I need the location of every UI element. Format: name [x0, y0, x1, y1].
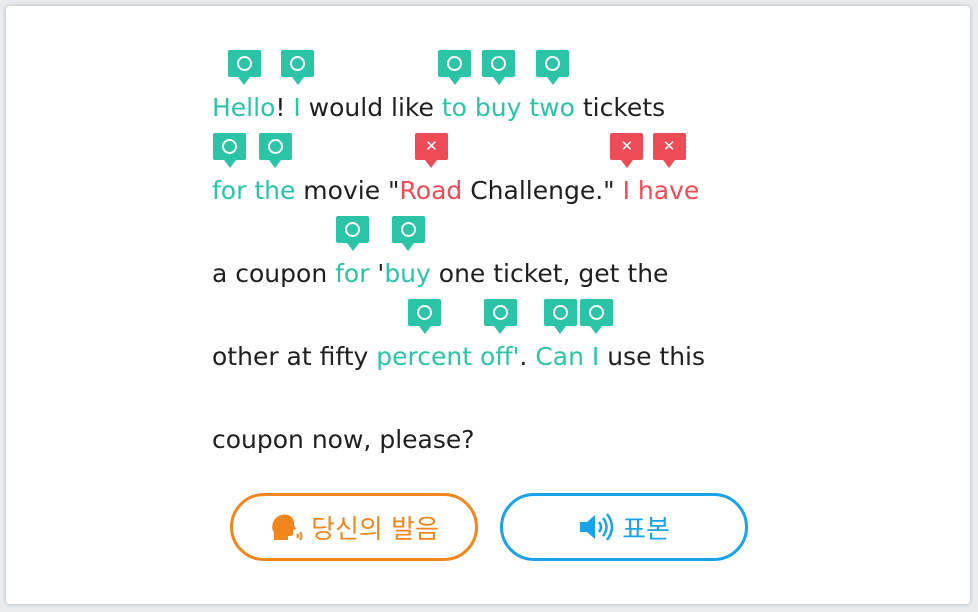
circle-icon — [345, 222, 361, 237]
passage-text: ! — [275, 93, 294, 122]
circle-icon — [552, 305, 568, 320]
circle-icon — [222, 139, 238, 154]
word-incorrect: I — [622, 176, 630, 205]
correct-marker — [482, 50, 516, 85]
passage-text: one ticket, get the — [430, 259, 669, 288]
correct-marker — [258, 133, 292, 168]
correct-marker — [391, 216, 425, 251]
passage-text: use this — [599, 342, 706, 371]
word-correct: I — [293, 93, 301, 122]
word-correct: percent — [376, 342, 473, 371]
circle-icon — [236, 56, 252, 71]
x-icon: ✕ — [425, 137, 438, 155]
word-incorrect: Road — [399, 176, 463, 205]
circle-icon — [491, 56, 507, 71]
x-icon: ✕ — [662, 137, 676, 155]
passage-text: ' — [369, 259, 385, 288]
passage-text: other at fifty — [212, 342, 377, 371]
passage-line: other at fifty percent off'. Can I use t… — [212, 339, 705, 375]
passage-text: a coupon — [212, 259, 336, 288]
circle-icon — [417, 305, 433, 320]
sample-audio-label: 표본 — [622, 514, 670, 545]
circle-icon — [492, 305, 508, 320]
circle-icon — [267, 139, 283, 154]
passage-line: a coupon for 'buy one ticket, get the — [212, 256, 668, 292]
incorrect-marker: ✕ — [652, 133, 686, 168]
correct-marker — [536, 50, 570, 85]
correct-marker — [483, 299, 517, 334]
word-correct: for — [335, 259, 370, 288]
passage-text: Challenge." — [462, 176, 623, 205]
speaker-icon — [578, 512, 614, 542]
word-correct: to — [441, 93, 467, 122]
passage-text — [584, 342, 592, 371]
word-correct: Can — [535, 342, 584, 371]
passage-text: . — [519, 342, 536, 371]
circle-icon — [545, 56, 561, 71]
word-correct: for — [212, 176, 247, 205]
word-correct: Hello — [212, 93, 276, 122]
circle-icon — [588, 305, 604, 320]
correct-marker — [281, 50, 315, 85]
passage-text — [630, 176, 638, 205]
passage-text — [467, 93, 475, 122]
incorrect-marker: ✕ — [414, 133, 448, 168]
word-correct: the — [254, 176, 296, 205]
correct-marker — [408, 299, 442, 334]
passage-text: would like — [300, 93, 442, 122]
word-correct: buy — [474, 93, 522, 122]
word-correct: two — [529, 93, 575, 122]
word-correct: off' — [480, 342, 520, 371]
passage-text — [472, 342, 480, 371]
x-icon: ✕ — [620, 137, 634, 155]
passage-line: Hello! I would like to buy two tickets — [212, 90, 665, 126]
passage-line: coupon now, please? — [212, 422, 475, 458]
passage-line: for the movie "Road Challenge." I have — [212, 173, 699, 209]
correct-marker — [227, 50, 261, 85]
passage: Hello! I would like to buy two tickets fo… — [212, 6, 852, 486]
word-incorrect: have — [637, 176, 700, 205]
correct-marker — [213, 133, 247, 168]
passage-text: tickets — [574, 93, 666, 122]
my-pronunciation-button[interactable]: 당신의 발음 — [230, 493, 478, 561]
word-correct: buy — [384, 259, 431, 288]
speaking-head-icon — [269, 510, 303, 544]
sample-audio-button[interactable]: 표본 — [500, 493, 748, 561]
correct-marker — [543, 299, 577, 334]
incorrect-marker: ✕ — [610, 133, 644, 168]
my-pronunciation-label: 당신의 발음 — [311, 514, 439, 545]
circle-icon — [400, 222, 416, 237]
correct-marker — [336, 216, 370, 251]
passage-text: movie " — [295, 176, 400, 205]
circle-icon — [447, 56, 463, 71]
pronunciation-result-card: Hello! I would like to buy two tickets fo… — [6, 6, 970, 604]
correct-marker — [579, 299, 613, 334]
correct-marker — [438, 50, 472, 85]
passage-text: coupon now, please? — [212, 425, 475, 454]
circle-icon — [290, 56, 306, 71]
